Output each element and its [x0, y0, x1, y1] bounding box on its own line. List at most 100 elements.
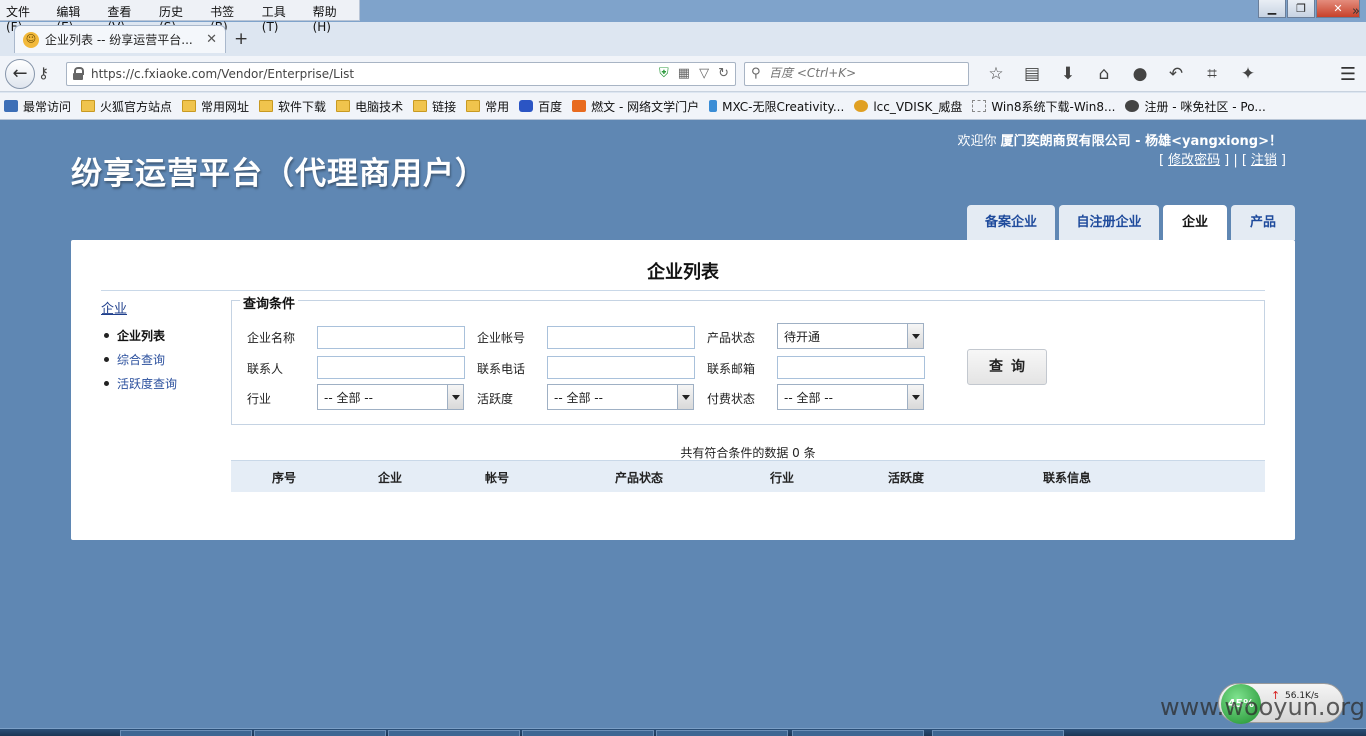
taskbar-button[interactable]: [932, 730, 1064, 736]
menu-view[interactable]: 查看(V): [101, 0, 153, 34]
bookmark-item[interactable]: 常用网址: [182, 98, 249, 115]
dropdown-arrow-icon[interactable]: ▽: [699, 66, 709, 81]
bookmark-label: Win8系统下载-Win8...: [991, 99, 1116, 114]
enterprise-name-input[interactable]: [317, 326, 465, 349]
lock-icon: [73, 67, 84, 80]
welcome-text: 欢迎你 厦门奕朗商贸有限公司 - 杨雄<yangxiong>！: [957, 130, 1282, 149]
url-text[interactable]: https://c.fxiaoke.com/Vendor/Enterprise/…: [91, 67, 354, 81]
tab-filed-enterprises[interactable]: 备案企业: [967, 205, 1055, 240]
taskbar-button[interactable]: [792, 730, 924, 736]
taskbar-button[interactable]: [120, 730, 252, 736]
crop-icon[interactable]: ⌗: [1194, 62, 1230, 86]
sidebar-heading[interactable]: 企业: [101, 298, 177, 317]
browser-tab-active[interactable]: ☺ 企业列表 -- 纷享运营平台... ✕: [14, 25, 226, 53]
industry-select[interactable]: -- 全部 --: [317, 384, 464, 410]
maximize-button[interactable]: ❐: [1287, 0, 1315, 18]
reload-icon[interactable]: ↻: [718, 66, 729, 81]
download-icon[interactable]: ⬇: [1050, 62, 1086, 86]
change-password-link[interactable]: 修改密码: [1168, 153, 1220, 168]
site-favicon-icon: ☺: [23, 31, 39, 48]
menu-bar: 文件(F) 编辑(E) 查看(V) 历史(S) 书签(B) 工具(T) 帮助(H…: [0, 0, 360, 34]
bookmarks-toolbar: 最常访问 火狐官方站点 常用网址 软件下载 电脑技术 链接 常用 百度 燃文 - 网络文学门户 M…: [0, 93, 1366, 120]
back-arrow-icon[interactable]: ←: [5, 59, 35, 89]
bullet-icon: [104, 380, 109, 386]
email-input[interactable]: [777, 356, 925, 379]
bookmark-label: MXC-无限Creativity...: [722, 99, 845, 114]
taskbar-button[interactable]: [388, 730, 520, 736]
bookmark-item[interactable]: Win8系统下载-Win8...: [972, 98, 1115, 115]
bookmark-item[interactable]: 电脑技术: [336, 98, 403, 115]
undo-icon[interactable]: ↶: [1158, 62, 1194, 86]
new-tab-icon[interactable]: +: [234, 29, 248, 49]
menu-edit[interactable]: 编辑(E): [50, 0, 101, 34]
bookmark-item[interactable]: 链接: [413, 98, 456, 115]
extension-icon[interactable]: ✦: [1230, 62, 1266, 86]
pay-status-select[interactable]: -- 全部 --: [777, 384, 924, 410]
bookmark-item[interactable]: 常用: [466, 98, 509, 115]
menu-history[interactable]: 历史(S): [153, 0, 204, 34]
qr-code-icon[interactable]: ▦: [678, 66, 690, 81]
sidebar-item-combined-query[interactable]: 综合查询: [101, 347, 177, 371]
content-panel: 企业列表 企业 企业列表 综合查询 活跃度查询 查询条件 企业名称 企业帐号 产…: [71, 240, 1295, 540]
bookmark-item[interactable]: 最常访问: [4, 98, 71, 115]
taskbar-button[interactable]: [656, 730, 788, 736]
chat-icon[interactable]: ●: [1122, 62, 1158, 86]
taskbar-button[interactable]: [522, 730, 654, 736]
column-header-index: 序号: [272, 471, 297, 485]
bookmark-item[interactable]: 燃文 - 网络文学门户: [572, 98, 699, 115]
contact-input[interactable]: [317, 356, 465, 379]
result-table-header: 序号 企业 帐号 产品状态 行业 活跃度 联系信息: [231, 460, 1265, 492]
site-identity-key-icon[interactable]: ⚷: [38, 64, 49, 82]
label-pay-status: 付费状态: [707, 392, 756, 406]
search-box[interactable]: ⚲: [744, 62, 969, 86]
chevron-down-icon: [907, 385, 923, 409]
bookmark-item[interactable]: lcc_VDISK_威盘: [854, 98, 962, 115]
chevron-more-icon[interactable]: »: [1352, 4, 1360, 19]
column-header-activity: 活跃度: [888, 471, 925, 485]
site-title: 纷享运营平台（代理商用户）: [71, 156, 487, 192]
search-input[interactable]: [769, 66, 964, 80]
sidebar-item-label: 活跃度查询: [117, 376, 178, 391]
page-title: 企业列表: [647, 262, 719, 283]
tab-product[interactable]: 产品: [1231, 205, 1295, 240]
tab-title: 企业列表 -- 纷享运营平台...: [45, 33, 193, 47]
logout-link[interactable]: 注销: [1251, 153, 1277, 168]
os-taskbar: [0, 728, 1366, 736]
menu-bookmarks[interactable]: 书签(B): [204, 0, 256, 34]
bookmark-item[interactable]: 火狐官方站点: [81, 98, 172, 115]
bookmark-item[interactable]: 注册 - 咪免社区 - Po...: [1125, 98, 1266, 115]
bookmark-label: 注册 - 咪免社区 - Po...: [1144, 99, 1266, 114]
bookmark-star-icon[interactable]: ☆: [978, 62, 1014, 86]
close-tab-icon[interactable]: ✕: [206, 32, 217, 47]
menu-tools[interactable]: 工具(T): [256, 0, 307, 34]
sidebar-item-activity-query[interactable]: 活跃度查询: [101, 371, 177, 395]
industry-value: -- 全部 --: [324, 390, 373, 405]
shield-icon[interactable]: ⛨: [659, 66, 669, 81]
taskbar-button[interactable]: [254, 730, 386, 736]
folder-icon: [81, 100, 96, 112]
menu-help[interactable]: 帮助(H): [307, 0, 359, 34]
tab-self-registered[interactable]: 自注册企业: [1059, 205, 1159, 240]
bookmark-label: lcc_VDISK_威盘: [873, 99, 963, 114]
phone-input[interactable]: [547, 356, 695, 379]
menu-file[interactable]: 文件(F): [0, 0, 50, 34]
activity-select[interactable]: -- 全部 --: [547, 384, 694, 410]
query-button[interactable]: 查询: [967, 349, 1047, 385]
sidebar-item-enterprise-list[interactable]: 企业列表: [101, 323, 177, 347]
tab-enterprise[interactable]: 企业: [1163, 205, 1227, 240]
folder-icon: [259, 100, 274, 112]
reading-list-icon[interactable]: ▤: [1014, 62, 1050, 86]
product-status-select[interactable]: 待开通: [777, 323, 924, 349]
bookmark-item[interactable]: 软件下载: [259, 98, 326, 115]
address-bar[interactable]: https://c.fxiaoke.com/Vendor/Enterprise/…: [66, 62, 736, 86]
bookmark-item[interactable]: 百度: [519, 98, 562, 115]
minimize-button[interactable]: ▁: [1258, 0, 1286, 18]
bookmark-item[interactable]: MXC-无限Creativity...: [709, 98, 844, 115]
folder-icon: [413, 100, 428, 112]
hamburger-menu-icon[interactable]: ☰: [1340, 64, 1356, 85]
bookmark-label: 火狐官方站点: [100, 99, 173, 114]
label-enterprise-account: 企业帐号: [477, 331, 526, 345]
sidebar: 企业 企业列表 综合查询 活跃度查询: [101, 298, 177, 395]
home-icon[interactable]: ⌂: [1086, 62, 1122, 86]
enterprise-account-input[interactable]: [547, 326, 695, 349]
